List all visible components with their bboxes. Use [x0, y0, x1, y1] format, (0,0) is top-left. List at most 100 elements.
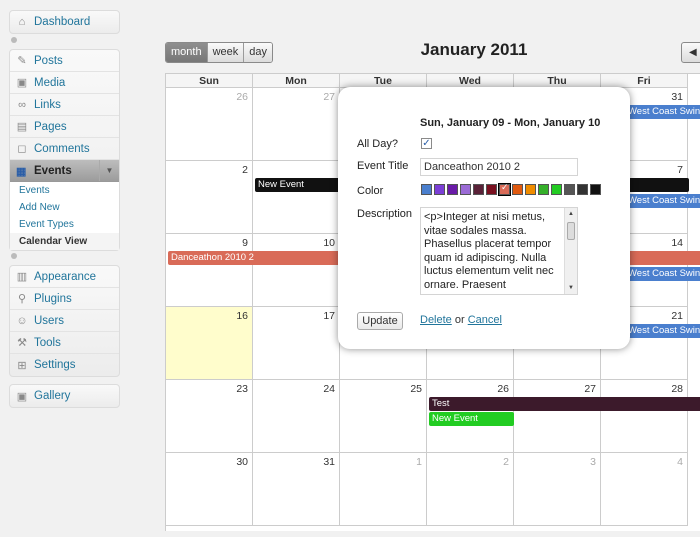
color-swatch[interactable]: [498, 182, 511, 196]
day-cell[interactable]: 1: [340, 453, 427, 526]
color-swatch[interactable]: [551, 184, 562, 195]
view-switcher: month week day: [165, 42, 274, 63]
color-swatch[interactable]: [460, 184, 471, 195]
day-number: 27: [323, 91, 335, 103]
menu-links-label: Links: [34, 98, 61, 111]
plugin-icon: ⚲: [17, 293, 27, 305]
color-swatch[interactable]: [590, 184, 601, 195]
menu-media-label: Media: [34, 76, 66, 89]
menu-media[interactable]: ▣ Media: [10, 72, 119, 94]
prev-month-button[interactable]: ◀: [681, 42, 700, 63]
submenu-events[interactable]: Events: [10, 182, 119, 199]
chevron-down-icon[interactable]: ▼: [99, 160, 119, 181]
day-cell[interactable]: 2: [166, 161, 253, 234]
check-icon: ✓: [422, 138, 431, 149]
day-number: 31: [323, 456, 335, 468]
color-swatch[interactable]: [447, 184, 458, 195]
menu-gallery[interactable]: ▣ Gallery: [10, 385, 119, 407]
color-swatch[interactable]: [538, 184, 549, 195]
event-west-coast-4[interactable]: West Coast Swin: [625, 324, 700, 338]
menu-tools[interactable]: ⚒ Tools: [10, 332, 119, 354]
description-textarea[interactable]: <p>Integer at nisi metus, vitae sodales …: [420, 207, 578, 295]
day-cell[interactable]: 25: [340, 380, 427, 453]
day-cell[interactable]: 16: [166, 307, 253, 380]
dow-fri: Fri: [601, 74, 688, 88]
submenu-add-new[interactable]: Add New: [10, 199, 119, 216]
dow-mon: Mon: [253, 74, 340, 88]
day-cell[interactable]: [253, 161, 340, 234]
day-cell[interactable]: 2: [427, 453, 514, 526]
all-day-checkbox[interactable]: ✓: [421, 138, 432, 149]
color-swatch[interactable]: [473, 184, 484, 195]
day-number: 31: [671, 91, 683, 103]
scroll-thumb[interactable]: [567, 222, 575, 240]
delete-link[interactable]: Delete: [420, 314, 452, 326]
color-swatch[interactable]: [421, 184, 432, 195]
day-view-button[interactable]: day: [243, 43, 273, 62]
menu-comments[interactable]: ◻ Comments: [10, 138, 119, 160]
menu-appearance[interactable]: ▥ Appearance: [10, 266, 119, 288]
menu-users[interactable]: ☺ Users: [10, 310, 119, 332]
day-cell[interactable]: 23: [166, 380, 253, 453]
dashboard-icon: ⌂: [18, 16, 26, 28]
submenu-calendar-view[interactable]: Calendar View: [10, 233, 119, 250]
day-cell[interactable]: 31: [253, 453, 340, 526]
cancel-link[interactable]: Cancel: [468, 314, 502, 326]
day-number: 26: [236, 91, 248, 103]
day-cell[interactable]: 27: [253, 88, 340, 161]
menu-posts-label: Posts: [34, 54, 63, 67]
event-test[interactable]: Test: [429, 397, 700, 411]
day-cell[interactable]: 3: [514, 453, 601, 526]
day-of-week-header: Sun Mon Tue Wed Thu Fri: [166, 74, 700, 88]
description-scrollbar[interactable]: ▲ ▼: [564, 208, 577, 294]
menu-links[interactable]: ∞ Links: [10, 94, 119, 116]
menu-events[interactable]: ▦ Events ▼: [10, 160, 119, 182]
menu-pages[interactable]: ▤ Pages: [10, 116, 119, 138]
color-swatch[interactable]: [434, 184, 445, 195]
color-swatch[interactable]: [525, 184, 536, 195]
week-view-button[interactable]: week: [206, 43, 244, 62]
day-cell[interactable]: 28: [601, 380, 688, 453]
event-west-coast-3[interactable]: West Coast Swin: [625, 267, 700, 281]
update-button[interactable]: Update: [357, 312, 403, 330]
event-title-input[interactable]: Danceathon 2010 2: [420, 158, 578, 176]
day-number: 9: [242, 237, 248, 249]
menu-gallery-label: Gallery: [34, 390, 71, 402]
event-west-coast-2[interactable]: West Coast Swin: [625, 194, 700, 208]
dow-sun: Sun: [166, 74, 253, 88]
day-cell[interactable]: 30: [166, 453, 253, 526]
event-title-label: Event Title: [357, 160, 409, 172]
event-west-coast-1[interactable]: West Coast Swin: [625, 105, 700, 119]
day-cell[interactable]: 9: [166, 234, 253, 307]
day-number: 2: [242, 164, 248, 176]
day-number: 16: [236, 310, 248, 322]
color-swatch[interactable]: [512, 184, 523, 195]
menu-users-label: Users: [34, 314, 65, 327]
color-swatch[interactable]: [564, 184, 575, 195]
color-swatch[interactable]: [577, 184, 588, 195]
menu-dashboard[interactable]: ⌂ Dashboard: [10, 11, 119, 33]
month-view-button[interactable]: month: [166, 43, 207, 62]
menu-posts[interactable]: ✎ Posts: [10, 50, 119, 72]
event-date-range: Sun, January 09 - Mon, January 10: [420, 117, 601, 129]
dow-tue: Tue: [340, 74, 427, 88]
or-text: or: [454, 314, 465, 326]
scroll-up-icon[interactable]: ▲: [565, 208, 577, 220]
menu-plugins[interactable]: ⚲ Plugins: [10, 288, 119, 310]
day-cell[interactable]: 26: [166, 88, 253, 161]
day-cell[interactable]: 10: [253, 234, 340, 307]
menu-settings[interactable]: ⊞ Settings: [10, 354, 119, 376]
description-text: <p>Integer at nisi metus, vitae sodales …: [424, 211, 554, 291]
color-swatch[interactable]: [486, 184, 497, 195]
menu-appearance-label: Appearance: [34, 270, 97, 283]
day-cell[interactable]: 27: [514, 380, 601, 453]
event-new-event-2[interactable]: New Event: [429, 412, 514, 426]
day-cell[interactable]: 17: [253, 307, 340, 380]
menu-events-label: Events: [34, 164, 72, 177]
scroll-down-icon[interactable]: ▼: [565, 282, 577, 294]
submenu-event-types[interactable]: Event Types: [10, 216, 119, 233]
day-cell[interactable]: 4: [601, 453, 688, 526]
day-number: 23: [236, 383, 248, 395]
menu-comments-label: Comments: [34, 142, 90, 155]
day-cell[interactable]: 24: [253, 380, 340, 453]
